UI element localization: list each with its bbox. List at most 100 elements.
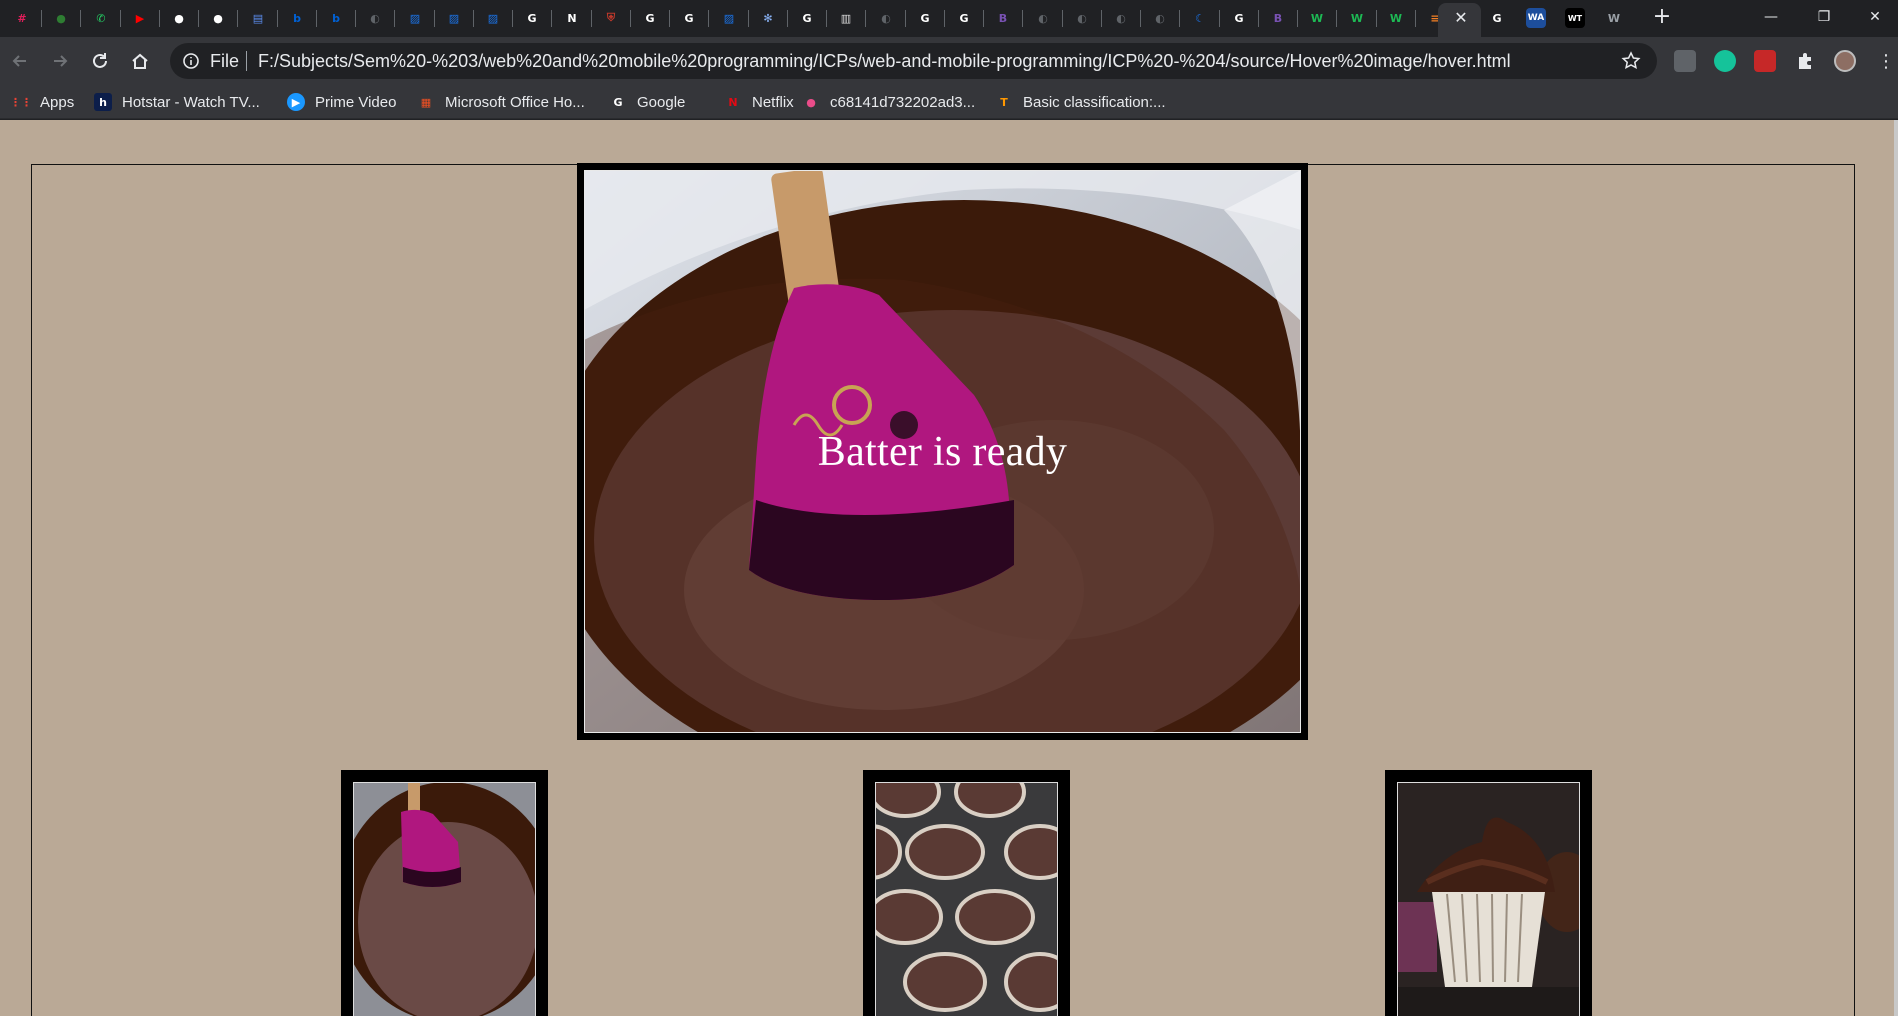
bookmark-hotstar[interactable]: h Hotstar - Watch TV...	[94, 92, 260, 112]
tab-separator	[120, 10, 121, 27]
whatsapp-icon[interactable]: ✆	[91, 8, 111, 28]
doc-icon[interactable]: ▤	[248, 8, 268, 28]
tab-separator	[1297, 10, 1298, 27]
bookmark-label: Prime Video	[315, 93, 397, 111]
box-icon[interactable]: b	[326, 8, 346, 28]
minimize-button[interactable]: —	[1748, 4, 1794, 32]
moon-icon[interactable]: ☾	[1190, 8, 1210, 28]
google-icon[interactable]: G	[522, 8, 542, 28]
google-icon[interactable]: G	[1229, 8, 1249, 28]
github-icon[interactable]: ●	[169, 8, 189, 28]
home-button[interactable]	[126, 47, 154, 75]
blue-stripe-icon[interactable]: ▨	[444, 8, 464, 28]
reload-button[interactable]	[86, 47, 114, 75]
new-tab-button[interactable]: +	[1650, 6, 1674, 30]
page-viewport: Batter is ready	[0, 120, 1898, 1016]
bookmark-tensorflow[interactable]: T Basic classification:...	[995, 92, 1165, 112]
green-circle-icon[interactable]: ●	[51, 8, 71, 28]
google-icon[interactable]: G	[1487, 8, 1507, 28]
thumbnail-cupcake-tin[interactable]	[863, 770, 1070, 1016]
blue-stripe-icon[interactable]: ▨	[719, 8, 739, 28]
url-text[interactable]: F:/Subjects/Sem%20-%203/web%20and%20mobi…	[258, 52, 1511, 70]
shield-icon[interactable]: ⛨	[601, 8, 621, 28]
close-window-button[interactable]: ✕	[1852, 4, 1898, 32]
w-icon[interactable]: W	[1604, 8, 1624, 28]
box-icon[interactable]: b	[287, 8, 307, 28]
bootstrap-icon[interactable]: B	[1268, 8, 1288, 28]
blue-stripe-icon[interactable]: ▨	[405, 8, 425, 28]
tab-separator	[748, 10, 749, 27]
main-image-frame[interactable]: Batter is ready	[577, 163, 1308, 740]
address-bar[interactable]: File F:/Subjects/Sem%20-%203/web%20and%2…	[170, 43, 1657, 79]
tab-separator	[1179, 10, 1180, 27]
bookmark-netflix[interactable]: N Netflix	[724, 92, 793, 112]
bookmark-label: Google	[637, 93, 686, 111]
thumbnail-cupcake[interactable]	[1385, 770, 1592, 1016]
notion-icon[interactable]: N	[562, 8, 582, 28]
tab-separator	[905, 10, 906, 27]
tab-separator	[1140, 10, 1141, 27]
tab-separator	[473, 10, 474, 27]
back-button[interactable]	[6, 47, 34, 75]
tab-separator	[355, 10, 356, 27]
tab-strip: # ● ✆ ▶ ● ● ▤ b b ◐ ▨ ▨ ▨ G N ⛨ G G ▨ ✻ G ▥ ◐ G G B ◐ ◐ ◐ ◐ ☾ G B W W W ≡ ✕ …	[0, 0, 1898, 37]
tab-separator	[394, 10, 395, 27]
avatar[interactable]	[1834, 50, 1856, 72]
bootstrap-icon[interactable]: B	[993, 8, 1013, 28]
bookmarks-bar: ⋮⋮ Apps h Hotstar - Watch TV... ▶ Prime Video…	[0, 85, 1898, 119]
wa-icon[interactable]: WA	[1526, 8, 1546, 28]
bookmark-dribbble[interactable]: ● c68141d732202ad3...	[802, 92, 975, 112]
tab-separator	[316, 10, 317, 27]
bookmark-label: Hotstar - Watch TV...	[122, 93, 260, 111]
google-icon[interactable]: G	[640, 8, 660, 28]
bookmark-microsoft[interactable]: ▦ Microsoft Office Ho...	[417, 92, 585, 112]
w-icon[interactable]: W	[1347, 8, 1367, 28]
github-icon[interactable]: ●	[208, 8, 228, 28]
blue-stripe-icon[interactable]: ▨	[483, 8, 503, 28]
forward-button[interactable]	[46, 47, 74, 75]
doc-icon[interactable]: ▥	[836, 8, 856, 28]
tab-close-icon[interactable]: ✕	[1451, 8, 1471, 28]
extensions-button[interactable]	[1791, 47, 1819, 75]
reload-icon	[93, 53, 107, 68]
dribbble-icon: ●	[806, 95, 816, 109]
globe-icon[interactable]: ◐	[876, 8, 896, 28]
tab-separator	[826, 10, 827, 27]
tab-separator	[944, 10, 945, 27]
extension-square-icon[interactable]	[1674, 50, 1696, 72]
extension-red-icon[interactable]	[1754, 50, 1776, 72]
globe-icon[interactable]: ◐	[365, 8, 385, 28]
w-icon[interactable]: W	[1307, 8, 1327, 28]
globe-icon[interactable]: ◐	[1150, 8, 1170, 28]
tab-separator	[983, 10, 984, 27]
youtube-icon[interactable]: ▶	[130, 8, 150, 28]
tab-separator	[237, 10, 238, 27]
menu-kebab-icon[interactable]: ⋮	[1872, 47, 1898, 75]
bookmark-star-icon[interactable]	[1621, 51, 1641, 71]
grammarly-icon[interactable]	[1714, 50, 1736, 72]
tab-separator	[1062, 10, 1063, 27]
google-icon[interactable]: G	[954, 8, 974, 28]
scrollbar[interactable]	[1894, 120, 1898, 1016]
bookmark-prime-video[interactable]: ▶ Prime Video	[287, 92, 396, 112]
google-icon[interactable]: G	[915, 8, 935, 28]
google-icon[interactable]: G	[679, 8, 699, 28]
maximize-button[interactable]: ❐	[1801, 4, 1847, 32]
bookmark-apps-grid[interactable]: ⋮⋮ Apps	[10, 92, 74, 112]
wt-icon[interactable]: WT	[1565, 8, 1585, 28]
arrow-right-icon	[54, 55, 68, 67]
bookmark-google[interactable]: G Google	[609, 92, 685, 112]
home-icon	[132, 53, 148, 69]
thumbnail-batter[interactable]	[341, 770, 548, 1016]
tab-separator	[1415, 10, 1416, 27]
apps-grid-icon: ⋮⋮	[10, 95, 32, 109]
slack-icon[interactable]: #	[12, 8, 32, 28]
gear-icon[interactable]: ✻	[758, 8, 778, 28]
globe-icon[interactable]: ◐	[1111, 8, 1131, 28]
google-icon: G	[613, 95, 623, 109]
google-icon[interactable]: G	[797, 8, 817, 28]
globe-icon[interactable]: ◐	[1072, 8, 1092, 28]
globe-icon[interactable]: ◐	[1033, 8, 1053, 28]
w-icon[interactable]: W	[1386, 8, 1406, 28]
info-icon[interactable]	[182, 52, 200, 70]
